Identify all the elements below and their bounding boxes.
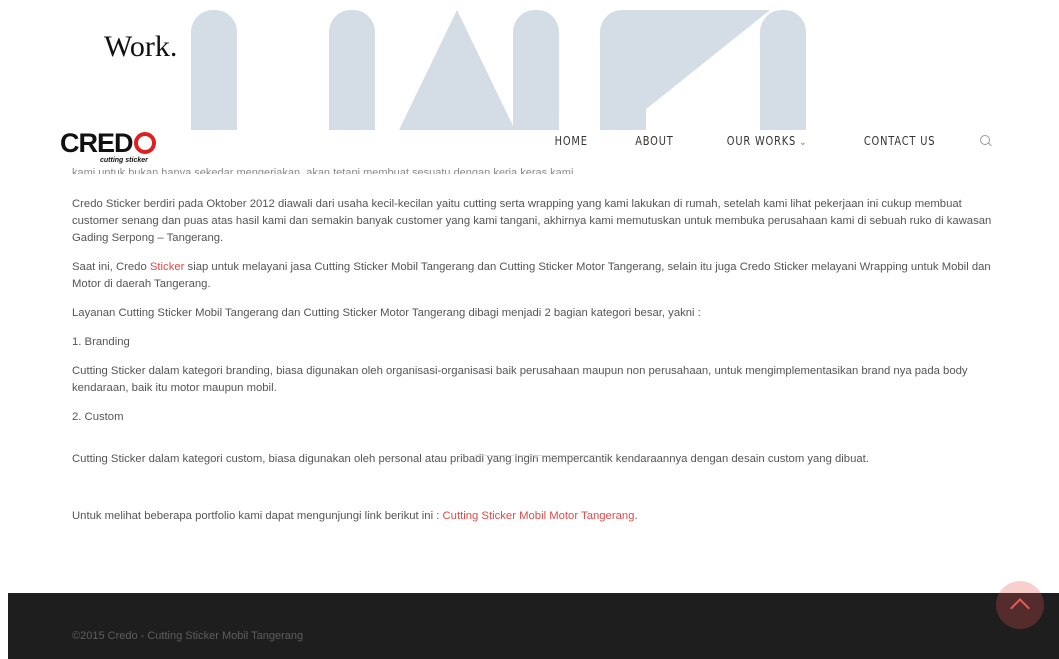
watermark-letter-i	[191, 10, 237, 130]
site-footer: ©2015 Credo - Cutting Sticker Mobil Tang…	[8, 593, 1059, 659]
watermark-heading: Work.	[104, 30, 178, 63]
paragraph: 1. Branding	[72, 336, 130, 348]
paragraph: Untuk melihat beberapa portfolio kami da…	[72, 510, 638, 522]
about-content: Credo Sticker berdiri pada Oktober 2012 …	[72, 196, 997, 525]
logo-o-icon	[133, 132, 156, 154]
logo-wordmark: CRED	[60, 128, 156, 159]
paragraph: Saat ini, Credo Sticker siap untuk melay…	[72, 261, 991, 290]
search-icon[interactable]	[979, 134, 993, 148]
paragraph: Layanan Cutting Sticker Mobil Tangerang …	[72, 307, 701, 319]
portfolio-link[interactable]: Cutting Sticker Mobil Motor Tangerang	[443, 510, 635, 522]
paragraph: Cutting Sticker dalam kategori branding,…	[72, 365, 968, 394]
copyright-text: ©2015 Credo - Cutting Sticker Mobil Tang…	[72, 630, 304, 642]
nav-about[interactable]: ABOUT	[635, 134, 673, 148]
chevron-down-icon: ⌄	[799, 137, 808, 148]
paragraph: Credo Sticker berdiri pada Oktober 2012 …	[72, 198, 992, 244]
chevron-up-icon	[1010, 598, 1030, 618]
clipped-text-line: kami untuk bukan hanya sekedar mengerjak…	[72, 167, 577, 174]
main-nav: HOME ABOUT OUR WORKS ⌄ CONTACT US	[511, 134, 993, 148]
divider-arrow-icon	[533, 455, 539, 459]
nav-contact-us[interactable]: CONTACT US	[864, 134, 935, 148]
scroll-to-top-button[interactable]	[996, 581, 1044, 629]
watermark-letter-m	[329, 10, 559, 130]
paragraph: 2. Custom	[72, 411, 124, 423]
nav-our-works[interactable]: OUR WORKS ⌄	[727, 134, 807, 148]
watermark-letter-n	[600, 10, 806, 130]
nav-home[interactable]: HOME	[554, 134, 587, 148]
sticker-link[interactable]: Sticker	[150, 261, 185, 273]
paragraph: Cutting Sticker dalam kategori custom, b…	[72, 453, 869, 465]
